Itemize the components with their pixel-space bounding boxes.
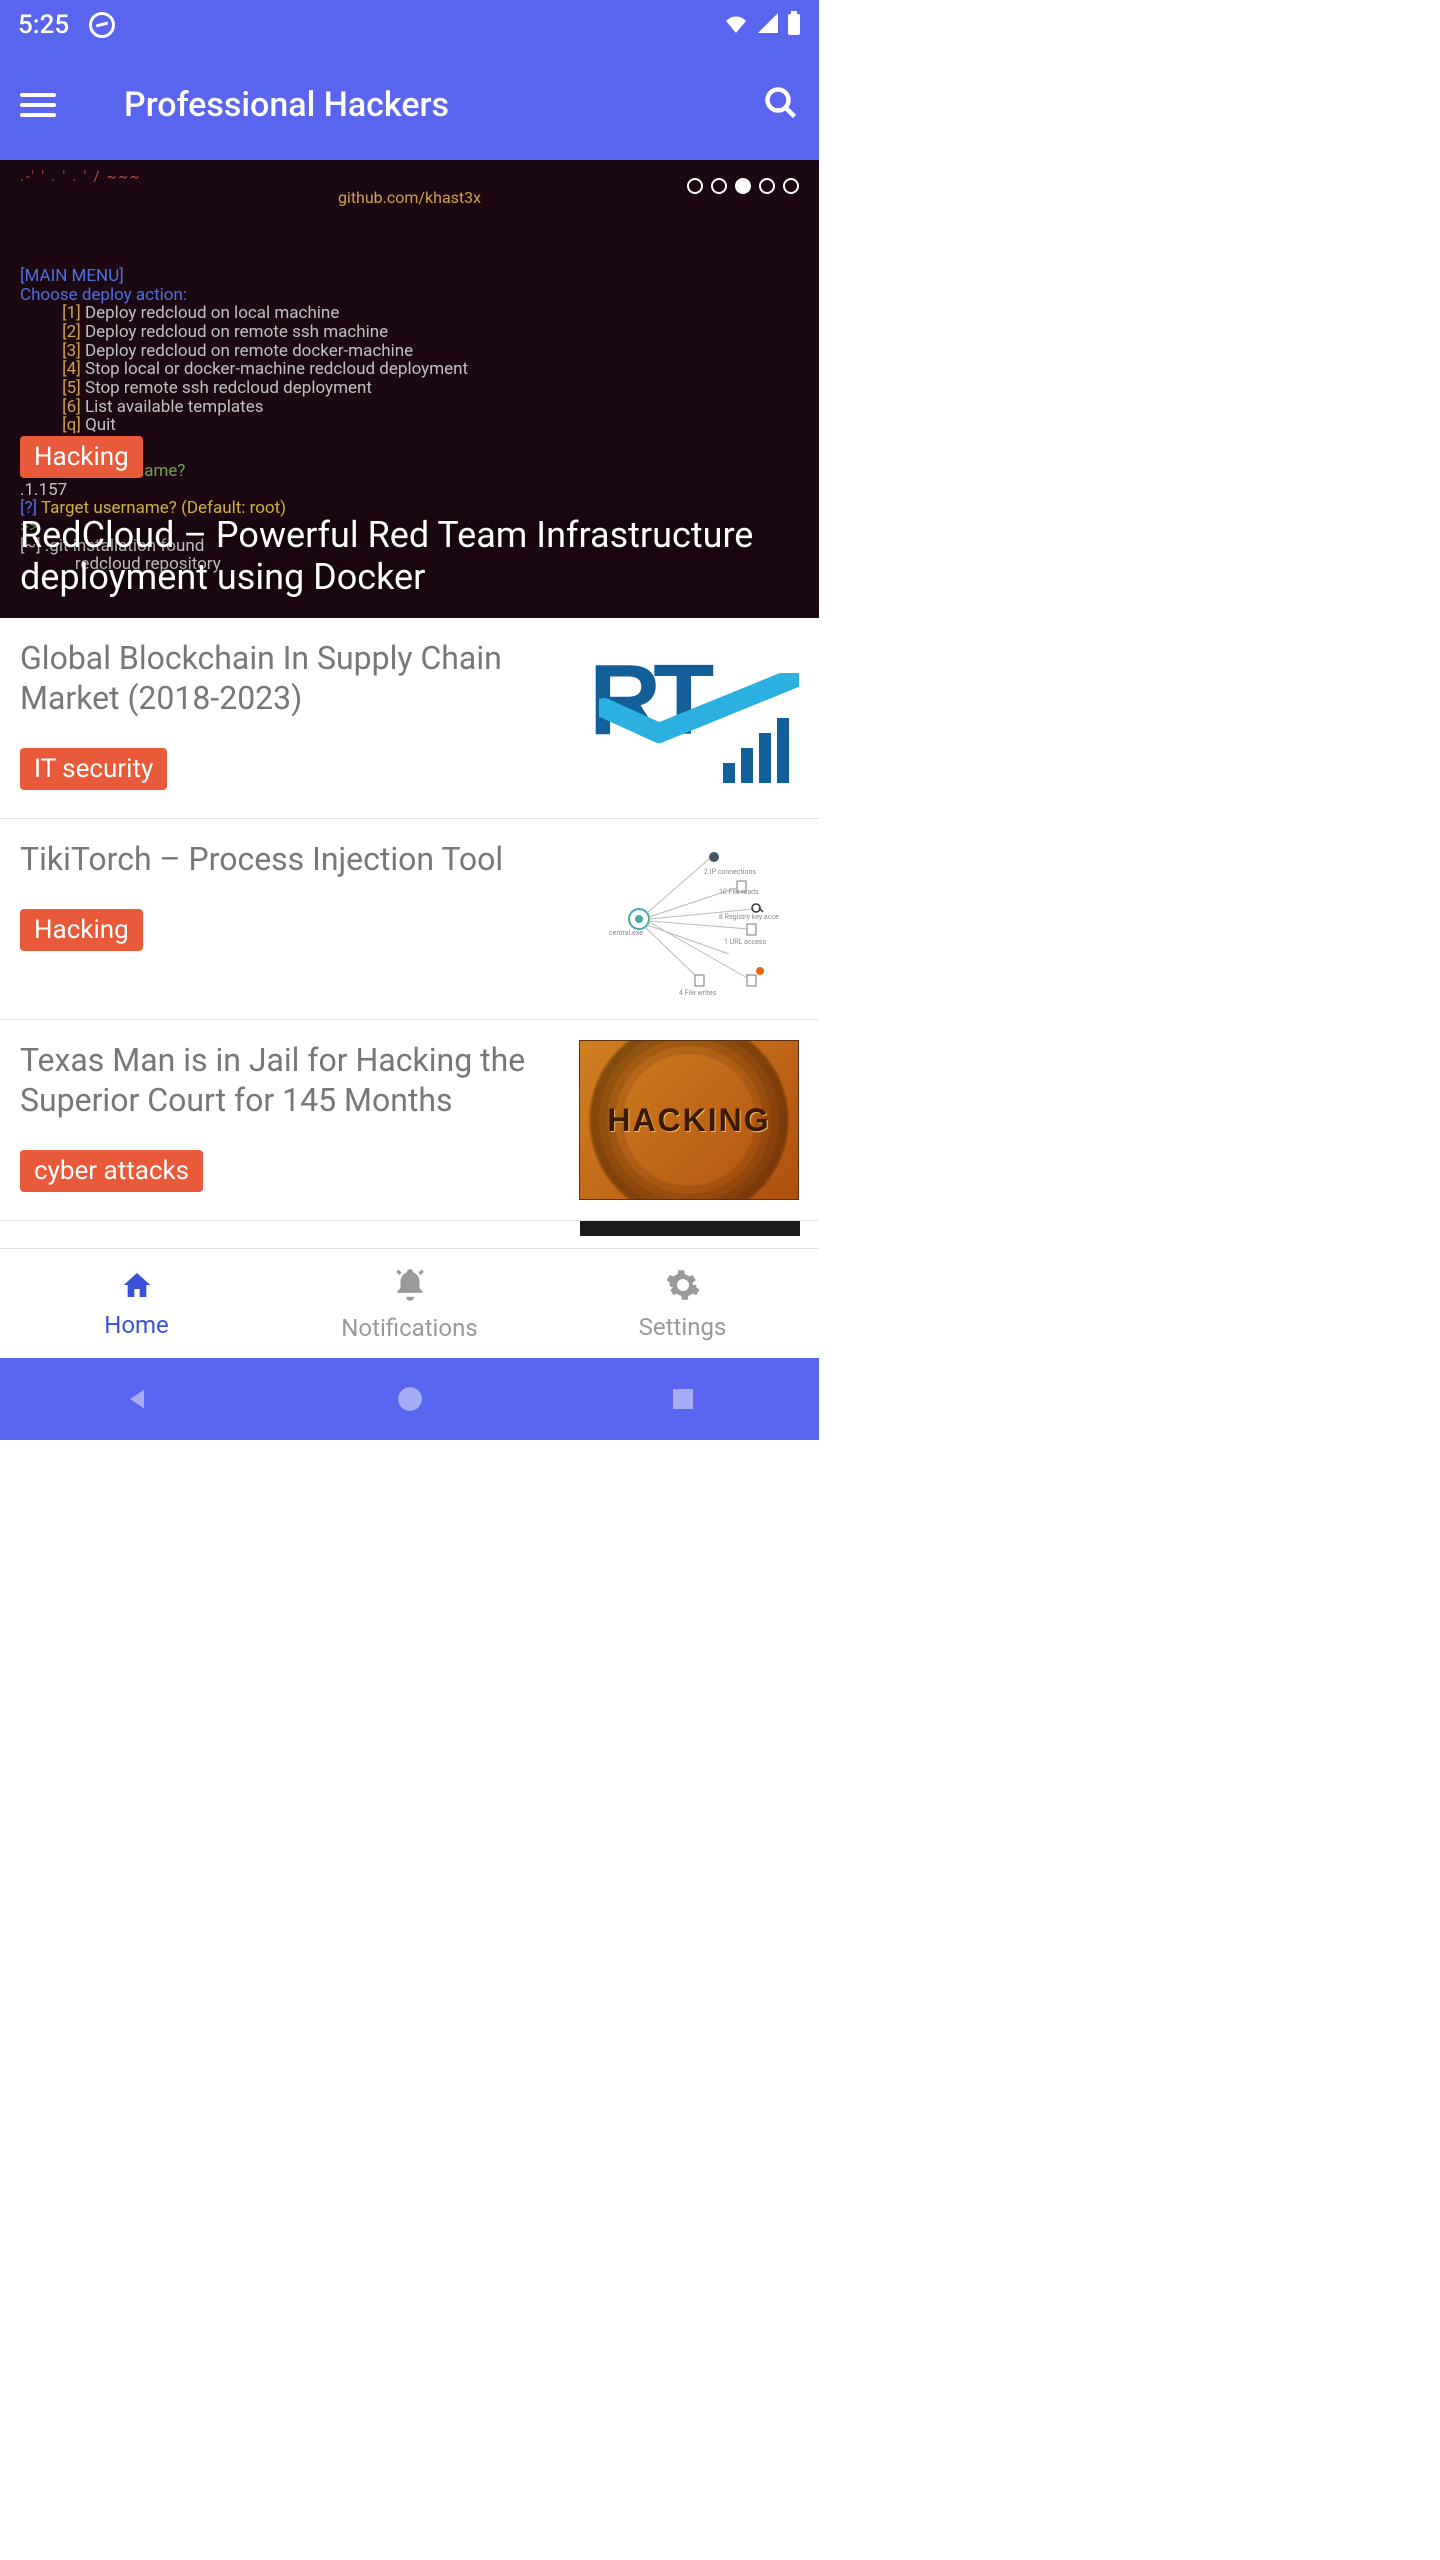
list-item-thumbnail: RT	[579, 638, 799, 798]
nav-home[interactable]: Home	[0, 1249, 273, 1358]
carousel-dot[interactable]	[759, 178, 775, 194]
list-item-peek[interactable]	[580, 1221, 800, 1236]
home-icon	[119, 1269, 155, 1305]
list-item-title: Global Blockchain In Supply Chain Market…	[20, 638, 559, 718]
nav-bell[interactable]: Notifications	[273, 1249, 546, 1358]
list-item[interactable]: TikiTorch – Process Injection Tool Hacki…	[0, 819, 819, 1020]
hero-title: RedCloud – Powerful Red Team Infrastruct…	[20, 515, 799, 598]
carousel-dot[interactable]	[687, 178, 703, 194]
gear-icon	[665, 1267, 701, 1307]
list-item[interactable]: Global Blockchain In Supply Chain Market…	[0, 618, 819, 819]
app-title: Professional Hackers	[124, 85, 723, 125]
content: .-' ' . ' . ' / ~~~ github.com/khast3x […	[0, 160, 819, 1248]
svg-text:2 IP connections: 2 IP connections	[704, 868, 756, 876]
bell-icon	[391, 1266, 429, 1308]
svg-text:1 URL access: 1 URL access	[724, 938, 766, 946]
list-item-title: Texas Man is in Jail for Hacking the Sup…	[20, 1040, 559, 1120]
app-bar: Professional Hackers	[0, 50, 819, 160]
list-item-tag[interactable]: cyber attacks	[20, 1150, 203, 1192]
carousel-dot[interactable]	[711, 178, 727, 194]
nav-label: Home	[104, 1311, 169, 1339]
sys-back-button[interactable]	[77, 1385, 197, 1413]
list-item-tag[interactable]: Hacking	[20, 909, 143, 951]
carousel-dot[interactable]	[735, 178, 751, 194]
system-nav	[0, 1358, 819, 1440]
bottom-nav: Home Notifications Settings	[0, 1248, 819, 1358]
list-item[interactable]: Texas Man is in Jail for Hacking the Sup…	[0, 1020, 819, 1221]
status-time: 5:25	[18, 10, 69, 40]
sys-home-button[interactable]	[350, 1386, 470, 1412]
nav-label: Settings	[639, 1313, 727, 1341]
list-item-thumbnail: central.exe 2 IP connections 10 File rea…	[579, 839, 799, 999]
list-item-title: TikiTorch – Process Injection Tool	[20, 839, 559, 879]
hero-carousel-slide[interactable]: .-' ' . ' . ' / ~~~ github.com/khast3x […	[0, 160, 819, 618]
signal-icon	[757, 13, 779, 37]
battery-icon	[787, 11, 801, 39]
search-icon[interactable]	[763, 85, 799, 125]
hero-tag[interactable]: Hacking	[20, 436, 143, 478]
sys-recent-button[interactable]	[623, 1387, 743, 1411]
menu-icon[interactable]	[20, 87, 56, 123]
svg-text:8 Registry key accesses: 8 Registry key accesses	[719, 913, 779, 921]
list-item-thumbnail: HACKING	[579, 1040, 799, 1200]
wifi-icon	[723, 13, 749, 37]
status-bar: 5:25	[0, 0, 819, 50]
dnd-icon	[89, 12, 115, 38]
list-item-tag[interactable]: IT security	[20, 748, 167, 790]
carousel-dot[interactable]	[783, 178, 799, 194]
svg-text:10 File reads: 10 File reads	[719, 888, 759, 896]
nav-gear[interactable]: Settings	[546, 1249, 819, 1358]
carousel-indicators[interactable]	[687, 178, 799, 194]
svg-text:central.exe: central.exe	[609, 929, 643, 937]
nav-label: Notifications	[341, 1314, 477, 1342]
svg-text:4 File writes: 4 File writes	[679, 989, 717, 997]
